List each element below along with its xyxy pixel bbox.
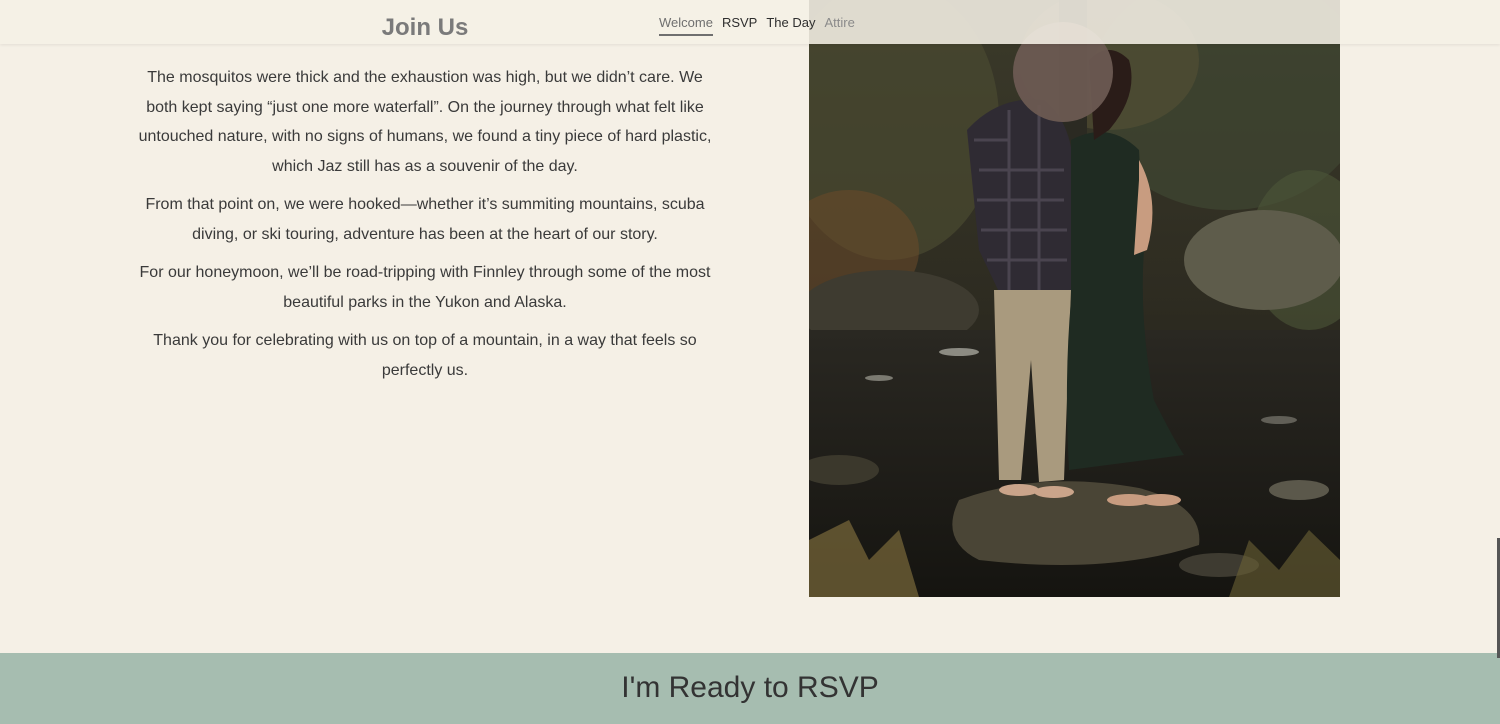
nav-rsvp[interactable]: RSVP	[722, 15, 757, 36]
couple-photo-illustration	[809, 0, 1340, 597]
story-paragraph: Thank you for celebrating with us on top…	[153, 332, 697, 379]
nav-welcome[interactable]: Welcome	[659, 15, 713, 36]
rsvp-cta-button[interactable]: I'm Ready to RSVP	[621, 671, 879, 705]
nav-the-day[interactable]: The Day	[766, 15, 815, 36]
page-heading: Join Us	[381, 14, 469, 41]
story-paragraph: The mosquitos were thick and the exhaust…	[138, 69, 712, 175]
story-paragraph: From that point on, we were hooked—wheth…	[145, 196, 705, 243]
main-nav: Welcome RSVP The Day Attire	[659, 15, 864, 36]
story-text: The mosquitos were thick and the exhaust…	[130, 63, 720, 394]
nav-attire[interactable]: Attire	[825, 15, 855, 36]
rsvp-cta-banner[interactable]: I'm Ready to RSVP	[0, 653, 1500, 724]
couple-photo	[809, 0, 1340, 597]
story-paragraph: For our honeymoon, we’ll be road-trippin…	[139, 264, 711, 311]
